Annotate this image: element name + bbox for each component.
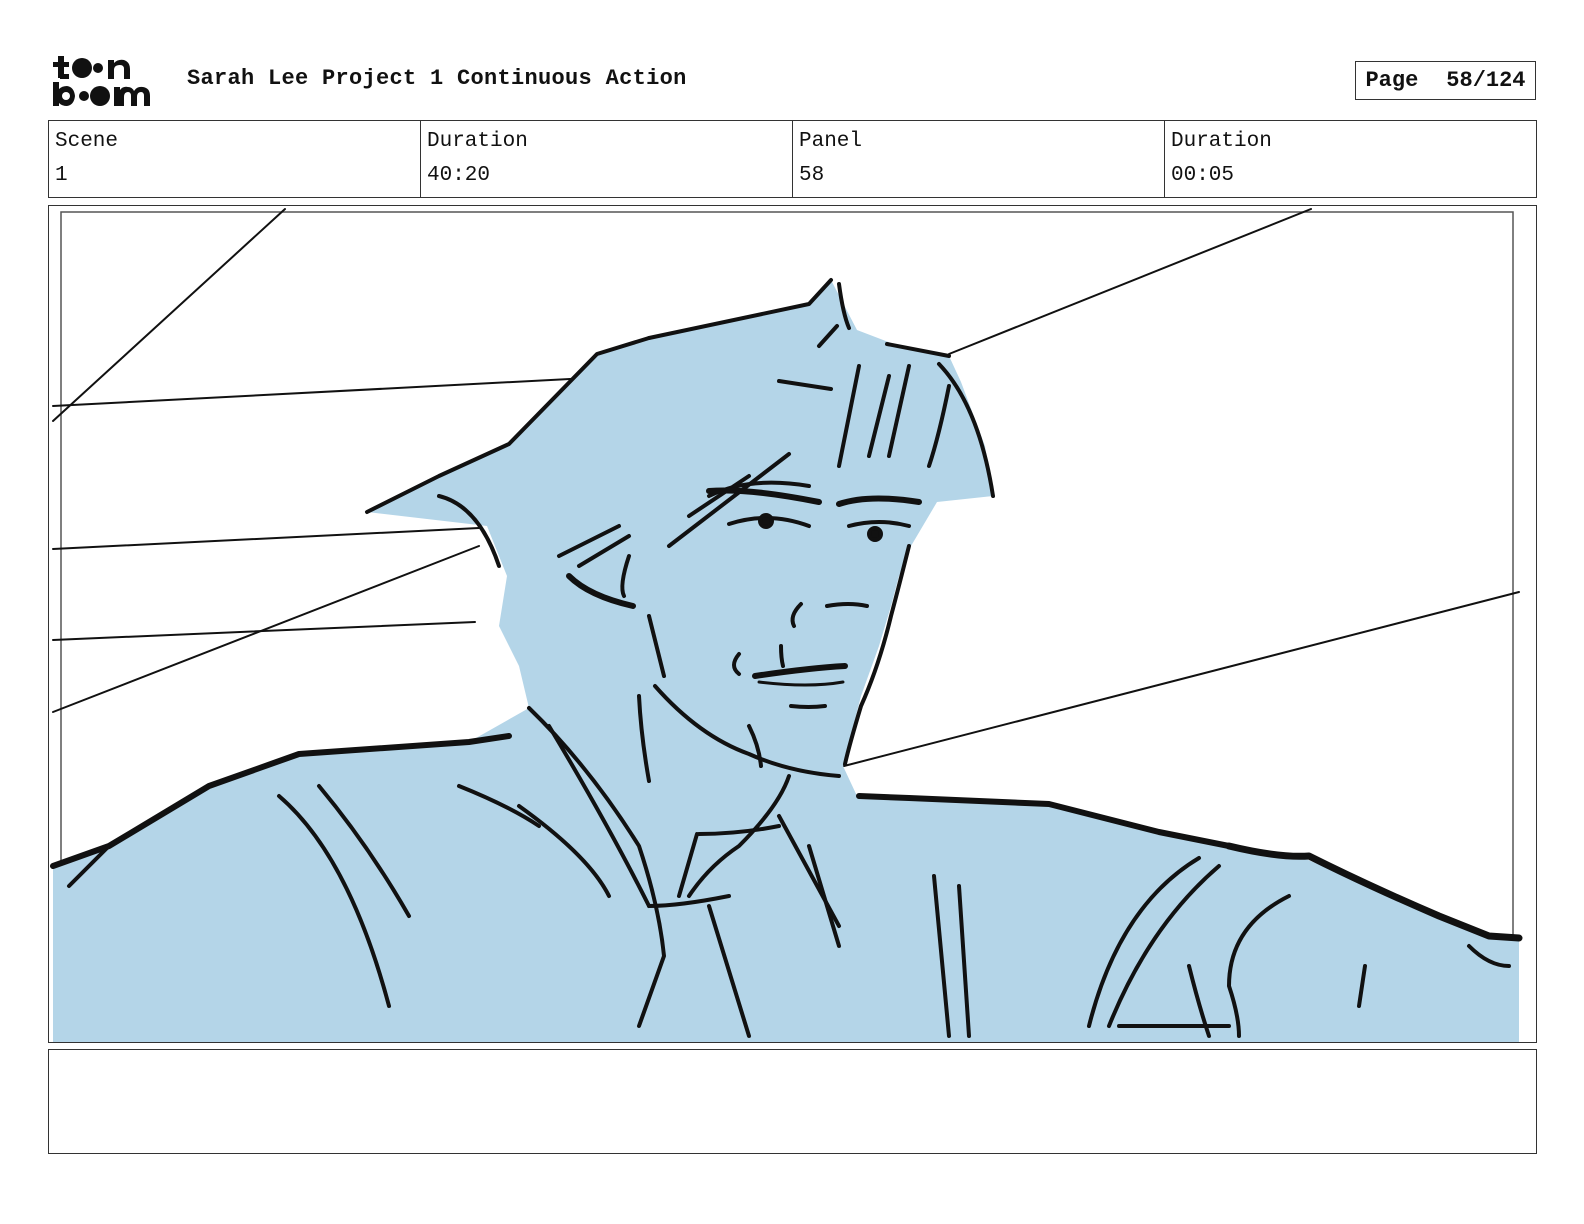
scene-duration-label: Duration (427, 130, 528, 153)
scene-duration-cell: Duration 40:20 (421, 121, 793, 197)
project-title: Sarah Lee Project 1 Continuous Action (187, 66, 687, 91)
page-indicator: Page 58/124 (1355, 61, 1536, 100)
panel-label: Panel (799, 130, 863, 153)
panel-notes-box (48, 1049, 1537, 1154)
scene-label: Scene (55, 130, 119, 153)
page-number: 58/124 (1446, 68, 1526, 93)
panel-duration-label: Duration (1171, 130, 1272, 153)
page-label: Page (1365, 68, 1419, 93)
panel-value: 58 (799, 164, 825, 187)
scene-cell: Scene 1 (49, 121, 421, 197)
panel-sketch (50, 208, 1523, 1042)
scene-duration-value: 40:20 (427, 164, 491, 187)
scene-value: 1 (55, 164, 68, 187)
panel-duration-cell: Duration 00:05 (1165, 121, 1536, 197)
panel-cell: Panel 58 (793, 121, 1165, 197)
toon-boom-logo (52, 52, 164, 110)
panel-duration-value: 00:05 (1171, 164, 1235, 187)
storyboard-panel (48, 205, 1537, 1043)
scene-info-table: Scene 1 Duration 40:20 Panel 58 Duration… (48, 120, 1537, 198)
